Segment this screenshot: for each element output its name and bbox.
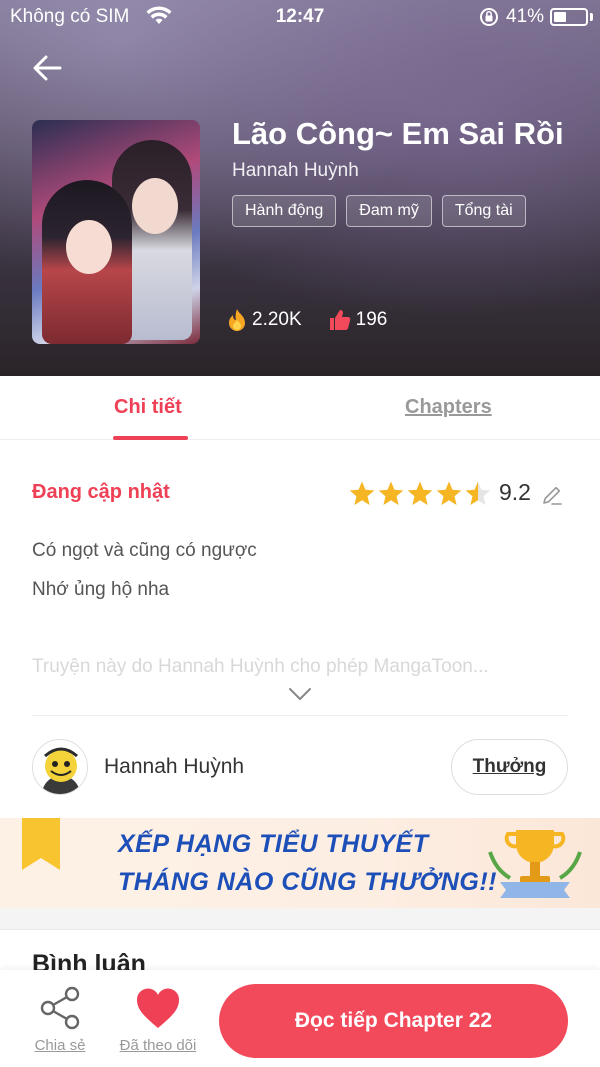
- views-stat: 2.20K: [226, 308, 302, 332]
- views-count: 2.20K: [252, 309, 302, 330]
- description-truncated: Truyện này do Hannah Huỳnh cho phép Mang…: [32, 656, 489, 677]
- fire-icon: [229, 309, 245, 331]
- battery-cap: [590, 13, 593, 21]
- book-author[interactable]: Hannah Huỳnh: [232, 160, 359, 182]
- divider: [32, 715, 568, 716]
- ribbon-icon: [22, 818, 60, 875]
- battery-percent: 41%: [506, 6, 545, 27]
- description-line: Nhớ ủng hộ nha: [32, 579, 170, 600]
- likes-count: 196: [355, 309, 388, 330]
- trophy-icon: [480, 822, 590, 908]
- share-label: Chia sẻ: [34, 1037, 86, 1054]
- update-status: Đang cập nhật: [32, 481, 170, 503]
- follow-button[interactable]: Đã theo dõi: [113, 986, 203, 1054]
- star-icon: [407, 481, 433, 505]
- author-name[interactable]: Hannah Huỳnh: [104, 755, 244, 779]
- tab-chapters[interactable]: Chapters: [405, 396, 492, 419]
- tab-bar: Chi tiết Chapters: [0, 376, 600, 440]
- tag-chip[interactable]: Tổng tài: [441, 195, 526, 227]
- heart-icon: [136, 988, 180, 1028]
- tag-list: Hành động Đam mỹ Tổng tài: [232, 195, 526, 227]
- banner-headline: XẾP HẠNG TIỂU THUYẾT: [118, 830, 429, 858]
- rating-stars[interactable]: [348, 480, 492, 507]
- description-line: Có ngọt và cũng có ngược: [32, 540, 257, 561]
- rating-value: 9.2: [499, 479, 531, 505]
- app-root: Không có SIM 12:47 41% Lão Công~ Em Sai …: [0, 0, 600, 1067]
- promo-banner[interactable]: XẾP HẠNG TIỂU THUYẾT THÁNG NÀO CŨNG THƯỞ…: [0, 818, 600, 908]
- tag-chip[interactable]: Đam mỹ: [346, 195, 432, 227]
- status-bar: Không có SIM 12:47 41%: [0, 0, 600, 34]
- active-tab-indicator: [113, 436, 188, 440]
- tab-detail[interactable]: Chi tiết: [114, 396, 182, 419]
- thumbs-up-icon: [329, 310, 350, 330]
- battery-icon: [550, 8, 588, 26]
- share-button[interactable]: Chia sẻ: [30, 986, 90, 1054]
- star-icon: [349, 481, 375, 505]
- rotation-lock-icon: [478, 6, 500, 34]
- star-icon: [378, 481, 404, 505]
- follow-label: Đã theo dõi: [119, 1037, 197, 1054]
- chevron-down-icon[interactable]: [288, 686, 312, 707]
- share-icon: [40, 986, 80, 1030]
- battery-level: [554, 12, 566, 22]
- section-gap: [0, 908, 600, 930]
- tag-chip[interactable]: Hành động: [232, 195, 337, 227]
- star-icon: [436, 481, 462, 505]
- star-icon: [465, 481, 491, 505]
- banner-subheadline: THÁNG NÀO CŨNG THƯỞNG!!: [118, 868, 498, 896]
- header-hero: Không có SIM 12:47 41% Lão Công~ Em Sai …: [0, 0, 600, 376]
- reward-button[interactable]: Thưởng: [451, 739, 568, 795]
- arrow-left-icon[interactable]: [30, 50, 66, 86]
- book-stats: 2.20K 196: [226, 308, 413, 332]
- avatar[interactable]: [32, 739, 88, 795]
- cover-face: [132, 178, 178, 234]
- cover-image: [32, 120, 200, 344]
- cover-face: [66, 220, 112, 274]
- author-row: Hannah Huỳnh Thưởng: [32, 739, 568, 795]
- edit-pencil-icon[interactable]: [541, 484, 563, 511]
- continue-reading-button[interactable]: Đọc tiếp Chapter 22: [219, 984, 568, 1058]
- bottom-action-bar: Chia sẻ Đã theo dõi Đọc tiếp Chapter 22: [0, 970, 600, 1067]
- likes-stat: 196: [328, 308, 388, 332]
- book-title: Lão Công~ Em Sai Rồi: [232, 116, 564, 151]
